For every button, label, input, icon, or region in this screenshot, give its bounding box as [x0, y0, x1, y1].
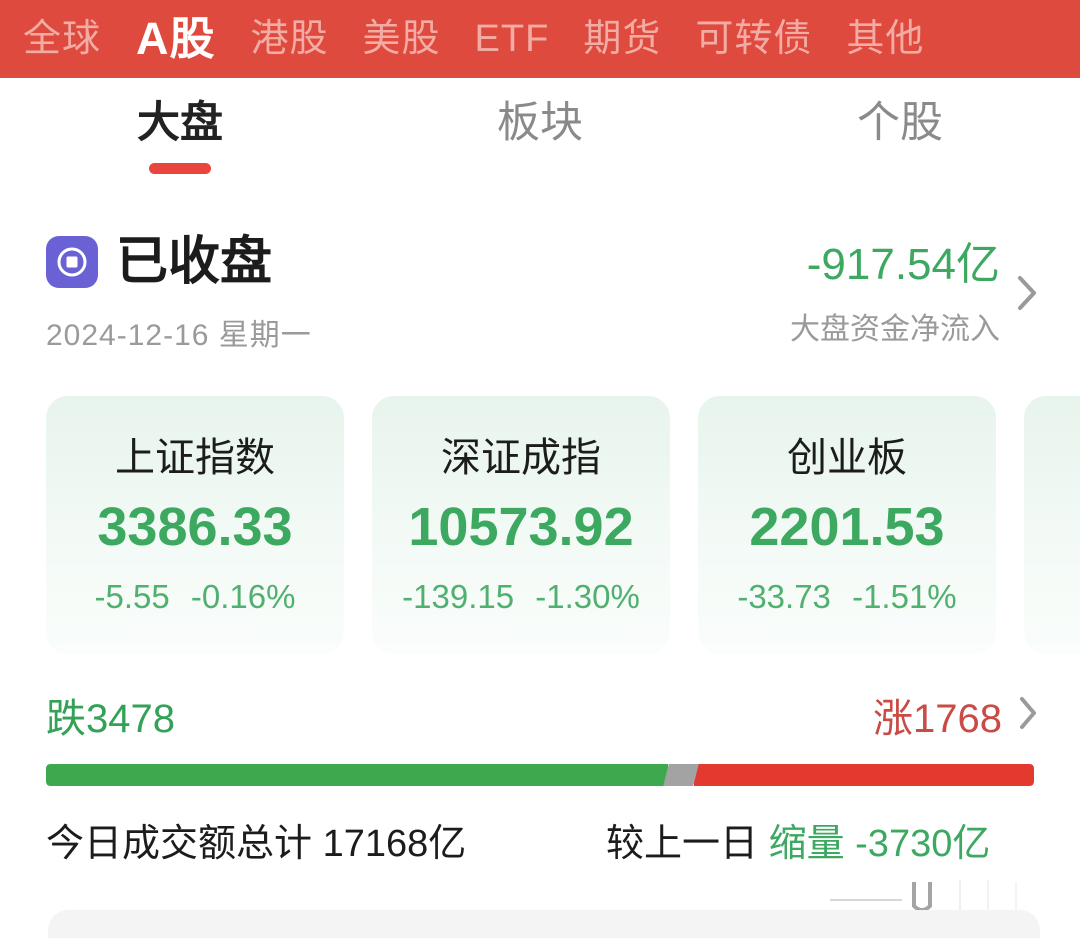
turnover-comparison: 较上一日 缩量 -3730亿 — [606, 812, 990, 867]
breadth-ratio-bar — [46, 764, 1034, 786]
index-card-change-abs: -139.15 — [402, 578, 515, 615]
topnav-item-convertible-bonds[interactable]: 可转债 — [678, 0, 829, 78]
turnover-compare-label: 较上一日 — [606, 823, 759, 865]
topnav-item-other[interactable]: 其他 — [829, 0, 941, 78]
index-card-name: 创业板 — [787, 436, 907, 480]
index-card-name: 深证成指 — [441, 436, 601, 480]
index-card-shanghai[interactable]: 上证指数 3386.33 -5.55 -0.16% — [46, 396, 344, 654]
market-status-row: 已收盘 2024-12-16 星期一 -917.54亿 大盘资金净流入 — [0, 198, 1080, 354]
tab-sectors[interactable]: 板块 — [360, 78, 720, 198]
turnover-row: 今日成交额总计 17168亿 较上一日 缩量 -3730亿 — [0, 786, 1080, 867]
breadth-bar-declining — [46, 764, 669, 786]
topnav-item-us-shares[interactable]: 美股 — [346, 0, 458, 78]
index-card-price: 2201.53 — [749, 497, 945, 557]
app-screen: 全球 A股 港股 美股 ETF 期货 可转债 其他 大盘 板块 个股 已收盘 2… — [0, 0, 1080, 938]
index-card-chinext[interactable]: 创业板 2201.53 -33.73 -1.51% — [698, 396, 996, 654]
index-card-change-pct: -0.16% — [190, 578, 296, 615]
net-capital-flow-text: -917.54亿 大盘资金净流入 — [790, 240, 1000, 348]
advancing-entry[interactable]: 涨1768 — [873, 686, 1040, 744]
next-section-panel — [48, 910, 1040, 938]
advancing-count: 涨1768 — [873, 697, 1002, 741]
tab-market-overview[interactable]: 大盘 — [0, 78, 360, 198]
declining-count: 跌3478 — [46, 697, 175, 741]
market-breadth-header: 跌3478 涨1768 — [0, 658, 1080, 744]
net-capital-flow-label: 大盘资金净流入 — [790, 313, 1000, 347]
market-status-text: 已收盘 — [116, 233, 273, 291]
index-card-price: 3386.33 — [97, 497, 293, 557]
tab-active-indicator — [149, 163, 211, 174]
tab-market-overview-label: 大盘 — [137, 99, 223, 147]
index-card-shenzhen[interactable]: 深证成指 10573.92 -139.15 -1.30% — [372, 396, 670, 654]
index-card-price: 10573.92 — [408, 497, 634, 557]
turnover-compare-state: 缩量 — [768, 823, 845, 865]
index-card-name: 上证指数 — [115, 436, 275, 480]
turnover-today-label: 今日成交额总计 — [46, 823, 313, 865]
breadth-bar-unchanged — [663, 764, 699, 786]
topnav-item-hk-shares[interactable]: 港股 — [234, 0, 346, 78]
index-card-change-pct: -1.51% — [852, 578, 957, 615]
topnav-item-futures[interactable]: 期货 — [566, 0, 678, 78]
net-capital-flow-value: -917.54亿 — [806, 240, 1000, 289]
tab-individual-stocks-label: 个股 — [857, 99, 943, 147]
turnover-today: 今日成交额总计 17168亿 — [46, 812, 606, 867]
index-card-change: -33.73 -1.51% — [731, 578, 962, 616]
chevron-right-icon — [1016, 693, 1040, 738]
topnav-item-etf[interactable]: ETF — [458, 0, 567, 78]
market-category-nav: 全球 A股 港股 美股 ETF 期货 可转债 其他 — [0, 0, 1080, 78]
stop-circle-icon — [46, 236, 98, 288]
market-status-block: 已收盘 2024-12-16 星期一 — [46, 236, 312, 354]
index-card-change: -5.55 -0.16% — [89, 578, 302, 616]
section-tabs: 大盘 板块 个股 — [0, 78, 1080, 198]
tab-individual-stocks[interactable]: 个股 — [720, 78, 1080, 198]
index-card-partial-offscreen[interactable]: - — [1024, 396, 1080, 654]
breadth-bar-advancing — [694, 764, 1034, 786]
index-card-change: -139.15 -1.30% — [396, 578, 646, 616]
market-status-heading: 已收盘 — [46, 236, 312, 288]
chevron-right-icon — [1014, 271, 1040, 320]
turnover-today-value: 17168亿 — [322, 823, 467, 865]
tab-sectors-label: 板块 — [497, 99, 583, 147]
topnav-item-a-shares[interactable]: A股 — [118, 0, 234, 78]
turnover-compare-value: -3730亿 — [855, 823, 991, 865]
index-card-change-pct: -1.30% — [535, 578, 640, 615]
index-card-change-abs: -5.55 — [94, 578, 170, 615]
index-cards-carousel[interactable]: 上证指数 3386.33 -5.55 -0.16% 深证成指 10573.92 … — [0, 396, 1080, 658]
net-capital-flow-entry[interactable]: -917.54亿 大盘资金净流入 — [790, 236, 1040, 348]
market-date: 2024-12-16 星期一 — [46, 319, 312, 352]
index-card-change-abs: -33.73 — [737, 578, 831, 615]
topnav-item-global[interactable]: 全球 — [6, 0, 118, 78]
